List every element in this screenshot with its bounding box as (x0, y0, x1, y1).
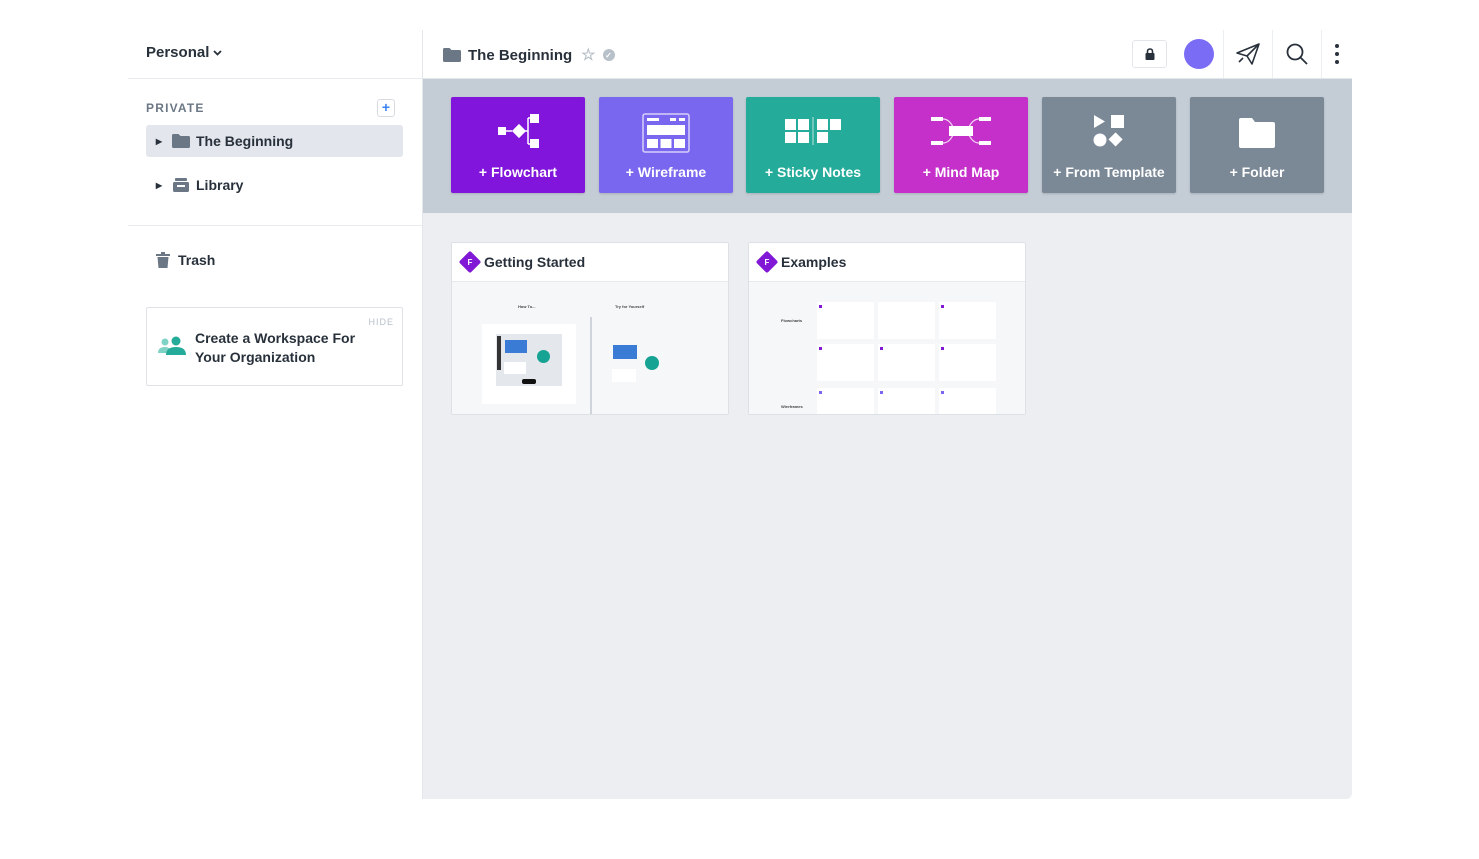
flowchart-badge-icon: F (755, 250, 779, 274)
sidebar-divider (128, 78, 422, 79)
template-icon (1093, 115, 1124, 147)
thumb-label: Flowcharts (781, 318, 803, 323)
thumb-label: Try for Yourself (615, 304, 645, 309)
tile-label: + Wireframe (625, 164, 707, 180)
top-header: The Beginning ☆ ✓ (423, 30, 1352, 79)
flowchart-icon (498, 114, 539, 148)
card-thumbnail: Flowcharts Wireframes (749, 281, 1025, 414)
folder-icon (172, 134, 190, 148)
create-toolbar: + Flowchart + Wireframe + Sticky Notes +… (423, 79, 1352, 213)
tile-label: + Folder (1229, 164, 1285, 180)
folder-icon (1239, 118, 1275, 148)
promo-text: Create a Workspace For Your Organization (195, 330, 356, 365)
expand-arrow-icon[interactable]: ▶ (146, 181, 172, 190)
sidebar-divider (128, 225, 422, 226)
breadcrumb: The Beginning ☆ ✓ (443, 45, 615, 65)
mind-map-icon (931, 117, 991, 145)
expand-arrow-icon[interactable]: ▶ (146, 137, 172, 146)
folder-icon (443, 48, 461, 62)
tile-label: + Flowchart (478, 164, 558, 180)
create-mind-map-tile[interactable]: + Mind Map (894, 97, 1028, 193)
sidebar-item-label: The Beginning (196, 133, 294, 149)
workspace-name: Personal (146, 44, 210, 61)
app-window: Personal PRIVATE + ▶ The Beginning ▶ Lib… (128, 30, 1352, 799)
library-icon (173, 178, 189, 192)
sidebar-item-label: Library (196, 177, 244, 193)
sidebar-item-library[interactable]: ▶ Library (146, 169, 403, 201)
add-folder-button[interactable]: + (377, 99, 395, 117)
header-divider (1223, 30, 1224, 78)
card-title: F Getting Started (458, 250, 586, 274)
sidebar-item-the-beginning[interactable]: ▶ The Beginning (146, 125, 403, 157)
create-sticky-notes-tile[interactable]: + Sticky Notes (746, 97, 880, 193)
wireframe-icon (642, 113, 690, 153)
breadcrumb-title[interactable]: The Beginning (468, 47, 572, 64)
hide-promo-button[interactable]: HIDE (368, 317, 394, 327)
card-title-text: Getting Started (484, 254, 586, 270)
create-from-template-tile[interactable]: + From Template (1042, 97, 1176, 193)
document-card-examples[interactable]: F Examples Flowcharts Wireframes (748, 242, 1026, 415)
header-divider (1321, 30, 1322, 78)
create-flowchart-tile[interactable]: + Flowchart (451, 97, 585, 193)
search-icon[interactable] (1285, 42, 1309, 66)
avatar[interactable] (1184, 39, 1214, 69)
check-icon: ✓ (602, 49, 615, 61)
tile-label: + Sticky Notes (764, 164, 862, 180)
people-icon (158, 336, 186, 355)
thumb-panel (482, 324, 576, 404)
tile-label: + Mind Map (922, 164, 1000, 180)
sticky-notes-icon (785, 117, 841, 145)
create-folder-tile[interactable]: + Folder (1190, 97, 1324, 193)
lock-button[interactable] (1132, 40, 1167, 68)
star-icon[interactable]: ☆ (581, 45, 595, 65)
trash-label: Trash (178, 252, 216, 268)
lock-icon (1145, 48, 1154, 60)
chevron-down-icon (213, 49, 223, 56)
workspace-switcher[interactable]: Personal (146, 44, 223, 61)
main-content: + Flowchart + Wireframe + Sticky Notes +… (423, 79, 1352, 799)
trash-icon (156, 252, 170, 268)
workspace-promo-card: HIDE Create a Workspace For Your Organiz… (146, 307, 403, 386)
card-thumbnail: How To... Try for Yourself (452, 281, 728, 414)
more-icon[interactable] (1334, 42, 1340, 66)
card-title-text: Examples (781, 254, 847, 270)
thumb-label: How To... (518, 304, 536, 309)
thumb-label: Wireframes (781, 404, 803, 409)
header-divider (1272, 30, 1273, 78)
section-header-private: PRIVATE (146, 101, 205, 115)
sidebar: Personal PRIVATE + ▶ The Beginning ▶ Lib… (128, 30, 423, 799)
trash-link[interactable]: Trash (156, 252, 215, 268)
send-icon[interactable] (1235, 42, 1261, 66)
flowchart-badge-icon: F (458, 250, 482, 274)
document-card-getting-started[interactable]: F Getting Started How To... Try for Your… (451, 242, 729, 415)
create-wireframe-tile[interactable]: + Wireframe (599, 97, 733, 193)
card-title: F Examples (755, 250, 847, 274)
tile-label: + From Template (1053, 164, 1165, 180)
